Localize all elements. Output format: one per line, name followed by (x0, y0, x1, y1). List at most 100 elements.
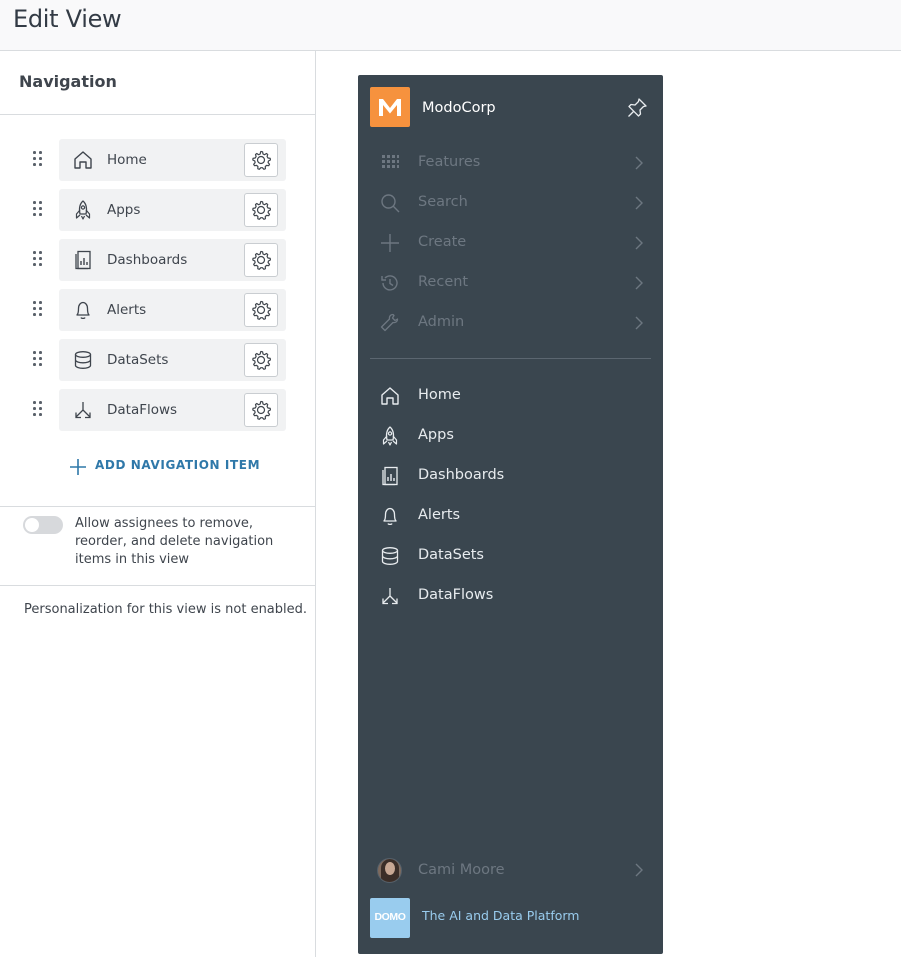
preview-create-item[interactable]: Create (358, 223, 663, 263)
bell-icon (76, 301, 90, 320)
nav-item-settings-button[interactable] (244, 243, 278, 277)
nav-item-label: Alerts (107, 302, 147, 318)
nav-item-row-dashboards: Dashboards (0, 239, 315, 281)
rocket-icon (382, 426, 398, 446)
toggle-knob (25, 518, 39, 532)
nav-item-label: Dashboards (107, 252, 188, 268)
preview-nav-alerts[interactable]: Alerts (358, 496, 663, 536)
bell-icon (383, 507, 397, 526)
preview-admin-item[interactable]: Admin (358, 303, 663, 343)
preview-item-label: Home (418, 387, 461, 403)
nav-item-label: Apps (107, 202, 141, 218)
home-icon (74, 151, 92, 169)
navigation-preview: ModoCorp Features Search Create Recent A… (358, 75, 663, 954)
page-title: Edit View (13, 5, 122, 33)
wrench-icon (380, 313, 399, 332)
preview-item-label: Alerts (418, 507, 461, 523)
preview-divider (370, 358, 651, 359)
drag-handle-icon[interactable] (32, 250, 44, 270)
database-icon (74, 351, 92, 369)
nav-item-row-home: Home (0, 139, 315, 181)
drag-handle-icon[interactable] (32, 350, 44, 370)
history-icon (381, 275, 398, 291)
dashboard-icon (75, 250, 91, 270)
page-header: Edit View (0, 0, 901, 51)
preview-nav-dataflows[interactable]: DataFlows (358, 576, 663, 616)
preview-item-label: Search (418, 194, 468, 210)
search-icon (381, 194, 400, 213)
nav-item-settings-button[interactable] (244, 193, 278, 227)
database-icon (381, 547, 399, 565)
drag-handle-icon[interactable] (32, 400, 44, 420)
nav-item-label: DataFlows (107, 402, 178, 418)
nav-item-row-alerts: Alerts (0, 289, 315, 331)
preview-nav-datasets[interactable]: DataSets (358, 536, 663, 576)
nav-item-settings-button[interactable] (244, 143, 278, 177)
drag-handle-icon[interactable] (32, 200, 44, 220)
preview-user-row[interactable]: Cami Moore (358, 855, 663, 885)
nav-item-row-dataflows: DataFlows (0, 389, 315, 431)
chevron-right-icon (635, 276, 643, 290)
nav-item-settings-button[interactable] (244, 293, 278, 327)
preview-features-item[interactable]: Features (358, 143, 663, 183)
nav-item-settings-button[interactable] (244, 343, 278, 377)
nav-item-dataflows[interactable]: DataFlows (59, 389, 286, 431)
personalization-note: Personalization for this view is not ena… (24, 602, 308, 617)
preview-nav-dashboards[interactable]: Dashboards (358, 456, 663, 496)
preview-item-label: Features (418, 154, 481, 170)
domo-logo-text: DOMO (374, 911, 406, 923)
nav-item-label: DataSets (107, 352, 169, 368)
nav-item-row-datasets: DataSets (0, 339, 315, 381)
preview-item-label: DataSets (418, 547, 484, 563)
gear-icon (252, 400, 271, 420)
preview-item-label: Recent (418, 274, 469, 290)
gear-icon (252, 300, 271, 320)
chevron-right-icon (635, 316, 643, 330)
gear-icon (252, 150, 271, 170)
org-logo-letter (379, 99, 401, 116)
drag-handle-icon[interactable] (32, 300, 44, 320)
navigation-editor-panel: Navigation Home Apps Dashboards Alerts D… (0, 51, 316, 957)
plus-icon (381, 234, 399, 252)
preview-recent-item[interactable]: Recent (358, 263, 663, 303)
preview-search-item[interactable]: Search (358, 183, 663, 223)
add-navigation-item-label: ADD NAVIGATION ITEM (95, 458, 261, 472)
allow-assignees-label: Allow assignees to remove, reorder, and … (75, 516, 274, 567)
drag-handle-icon[interactable] (32, 150, 44, 170)
chevron-right-icon (635, 236, 643, 250)
grid-icon (382, 155, 399, 168)
section-divider (0, 506, 315, 507)
org-logo (370, 87, 410, 127)
gear-icon (252, 350, 271, 370)
preview-item-label: DataFlows (418, 587, 494, 603)
nav-item-home[interactable]: Home (59, 139, 286, 181)
nav-item-apps[interactable]: Apps (59, 189, 286, 231)
preview-nav-apps[interactable]: Apps (358, 416, 663, 456)
gear-icon (252, 200, 271, 220)
avatar (377, 858, 402, 883)
section-divider (0, 585, 315, 586)
rocket-icon (75, 200, 91, 220)
chevron-right-icon (635, 196, 643, 210)
org-name: ModoCorp (422, 100, 496, 116)
navigation-heading: Navigation (19, 72, 117, 91)
preview-item-label: Create (418, 234, 467, 250)
plus-icon (70, 459, 86, 475)
nav-item-dashboards[interactable]: Dashboards (59, 239, 286, 281)
brand-tagline: The AI and Data Platform (422, 908, 580, 923)
nav-item-datasets[interactable]: DataSets (59, 339, 286, 381)
allow-assignees-toggle[interactable] (23, 516, 63, 534)
pin-icon[interactable] (626, 97, 648, 119)
preview-nav-home[interactable]: Home (358, 376, 663, 416)
nav-item-label: Home (107, 152, 147, 168)
nav-item-settings-button[interactable] (244, 393, 278, 427)
preview-item-label: Apps (418, 427, 454, 443)
home-icon (381, 387, 399, 405)
chevron-right-icon (635, 863, 643, 877)
dataflow-icon (75, 402, 91, 419)
domo-logo: DOMO (370, 898, 410, 938)
dataflow-icon (382, 588, 398, 605)
nav-item-alerts[interactable]: Alerts (59, 289, 286, 331)
section-divider (0, 114, 315, 115)
gear-icon (252, 250, 271, 270)
